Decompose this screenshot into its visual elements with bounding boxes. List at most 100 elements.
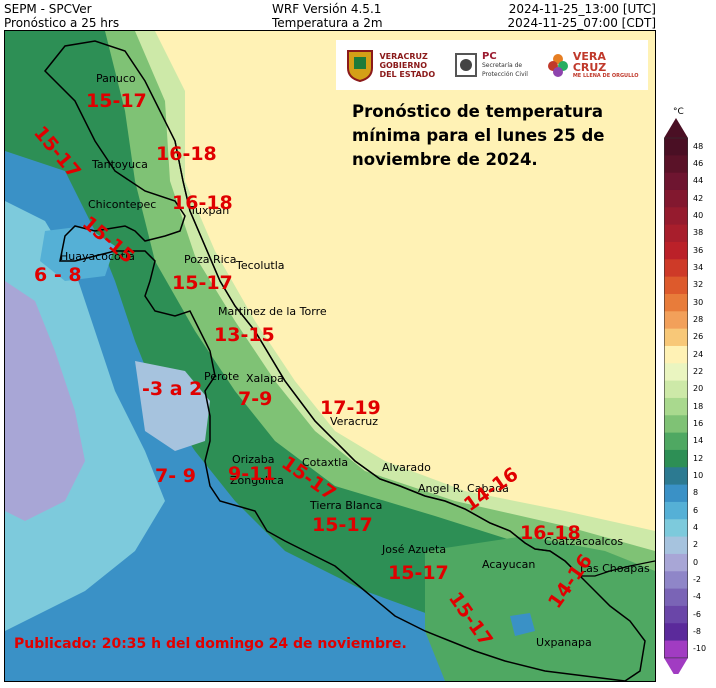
colorbar-tick-label: 34 — [693, 262, 704, 272]
model-source: SEPM - SPCVer — [4, 2, 92, 16]
colorbar-segment — [664, 397, 688, 416]
colorbar-segment — [664, 449, 688, 468]
colorbar — [664, 118, 688, 674]
logo-text-line: Protección Civil — [482, 70, 528, 78]
colorbar-segment — [664, 224, 688, 243]
forecast-headline: Pronóstico de temperatura mínima para el… — [352, 102, 605, 169]
temp-range-martinez: 13-15 — [214, 324, 275, 346]
colorbar-tick-label: 22 — [693, 366, 704, 376]
logo-proteccion-civil: PC Secretaría de Protección Civil — [454, 50, 528, 80]
temp-range-jose-azueta: 15-17 — [388, 562, 449, 584]
temp-range-perote: -3 a 2 — [142, 378, 203, 400]
temp-range-tantoyuca: 16-18 — [156, 143, 217, 165]
place-label-xalapa: Xalapa — [246, 372, 284, 385]
colorbar-tick-label: 4 — [693, 522, 699, 532]
colorbar-tick-label: 46 — [693, 158, 704, 168]
colorbar-segment — [664, 189, 688, 208]
logo-veracruz-gobierno: VERACRUZ GOBIERNO DEL ESTADO — [345, 48, 435, 82]
colorbar-tick-label: 32 — [693, 280, 704, 290]
colorbar-segment — [664, 640, 688, 659]
place-label-martinez-de-la-torre: Martinez de la Torre — [218, 305, 327, 318]
colorbar-tick-label: -2 — [693, 574, 701, 584]
colorbar-tick-label: 44 — [693, 176, 704, 186]
colorbar-segment — [664, 311, 688, 330]
colorbar-segment — [664, 293, 688, 312]
logo-text-line: PC — [482, 50, 497, 62]
colorbar-segment — [664, 623, 688, 642]
valid-time-utc: 2024-11-25_13:00 [UTC] — [508, 2, 656, 16]
state-shield-icon — [347, 50, 374, 82]
colorbar-segment — [664, 363, 688, 382]
colorbar-tick-label: 30 — [693, 297, 704, 307]
variable-name: Temperatura a 2m — [272, 16, 383, 30]
colorbar-tick-label: 16 — [693, 418, 704, 428]
valid-time-cdt: 2024-11-25_07:00 [CDT] — [507, 16, 656, 30]
place-label-poza-rica: Poza Rica — [184, 253, 237, 266]
place-label-acayucan: Acayucan — [482, 558, 536, 571]
temp-range-tierra-blanca: 15-17 — [312, 514, 373, 536]
colorbar-segment — [664, 605, 688, 624]
temp-range-poza-rica: 15-17 — [172, 272, 233, 294]
colorbar-tick-label: 10 — [693, 470, 704, 480]
header-center: WRF Versión 4.5.1 Temperatura a 2m — [272, 2, 383, 30]
colorbar-segment — [664, 415, 688, 434]
flower-emblem-icon — [547, 54, 568, 77]
temp-range-veracruz: 17-19 — [320, 397, 381, 419]
colorbar-segment — [664, 484, 688, 503]
colorbar-tick-label: 18 — [693, 401, 704, 411]
colorbar-tick-label: 6 — [693, 505, 699, 515]
colorbar-segment — [664, 432, 688, 451]
logo-text-line: Secretaría de — [482, 61, 523, 69]
colorbar-segment — [664, 501, 688, 520]
civil-protection-icon — [455, 53, 477, 77]
logo-text-line: GOBIERNO — [379, 60, 427, 70]
colorbar-segment — [664, 345, 688, 364]
forecast-lead: Pronóstico a 25 hrs — [4, 16, 120, 30]
colorbar-tick-label: 42 — [693, 193, 704, 203]
temp-range-tuxpan: 16-18 — [172, 192, 233, 214]
logo-text-line: ME LLENA DE ORGULLO — [572, 73, 639, 79]
colorbar-segment — [664, 553, 688, 572]
colorbar-segment — [664, 380, 688, 399]
place-label-panuco: Panuco — [96, 72, 136, 85]
colorbar-tick-label: 28 — [693, 314, 704, 324]
place-label-uxpanapa: Uxpanapa — [536, 636, 592, 649]
colorbar-tick-label: 40 — [693, 210, 704, 220]
colorbar-unit: °C — [673, 107, 684, 117]
logo-text-line: CRUZ — [572, 61, 607, 74]
temp-range-orizaba-west: 7- 9 — [155, 465, 196, 487]
header-right: 2024-11-25_13:00 [UTC] 2024-11-25_07:00 … — [508, 2, 656, 30]
colorbar-tick-label: 26 — [693, 332, 704, 342]
colorbar-segment — [664, 467, 688, 486]
place-label-tantoyuca: Tantoyuca — [92, 158, 148, 171]
place-label-alvarado: Alvarado — [382, 461, 431, 474]
colorbar-tick-label: 0 — [693, 557, 699, 567]
temp-range-xalapa: 7-9 — [238, 388, 273, 410]
colorbar-segment — [664, 536, 688, 555]
temp-range-panuco: 15-17 — [86, 90, 147, 112]
colorbar-tick-label: 38 — [693, 228, 704, 238]
model-version: WRF Versión 4.5.1 — [272, 2, 382, 16]
colorbar-tick-label: -6 — [693, 609, 701, 619]
colorbar-tick-label: 8 — [693, 488, 699, 498]
place-label-chicontepec: Chicontepec — [88, 198, 157, 211]
colorbar-segment — [664, 241, 688, 260]
colorbar-tick-label: -8 — [693, 626, 701, 636]
place-label-tecolutla: Tecolutla — [236, 259, 285, 272]
colorbar-segment — [664, 276, 688, 295]
colorbar-segment — [664, 328, 688, 347]
colorbar-segment — [664, 138, 688, 156]
colorbar-tick-label: 12 — [693, 453, 704, 463]
logo-text-line: VERACRUZ — [379, 51, 428, 61]
place-label-jose-azueta: José Azueta — [382, 543, 447, 556]
colorbar-tick-label: 48 — [693, 141, 704, 151]
colorbar-segment — [664, 172, 688, 191]
colorbar-bottom-arrow — [664, 657, 688, 674]
temp-range-huayacocotla: 6 - 8 — [34, 264, 82, 286]
colorbar-segment — [664, 519, 688, 538]
colorbar-segment — [664, 207, 688, 226]
header-left: SEPM - SPCVer Pronóstico a 25 hrs — [4, 2, 119, 30]
temp-range-orizaba: 9-11 — [228, 463, 276, 485]
colorbar-tick-label: -10 — [693, 644, 707, 654]
logo-vera-cruz: VERA CRUZ ME LLENA DE ORGULLO — [547, 51, 639, 79]
